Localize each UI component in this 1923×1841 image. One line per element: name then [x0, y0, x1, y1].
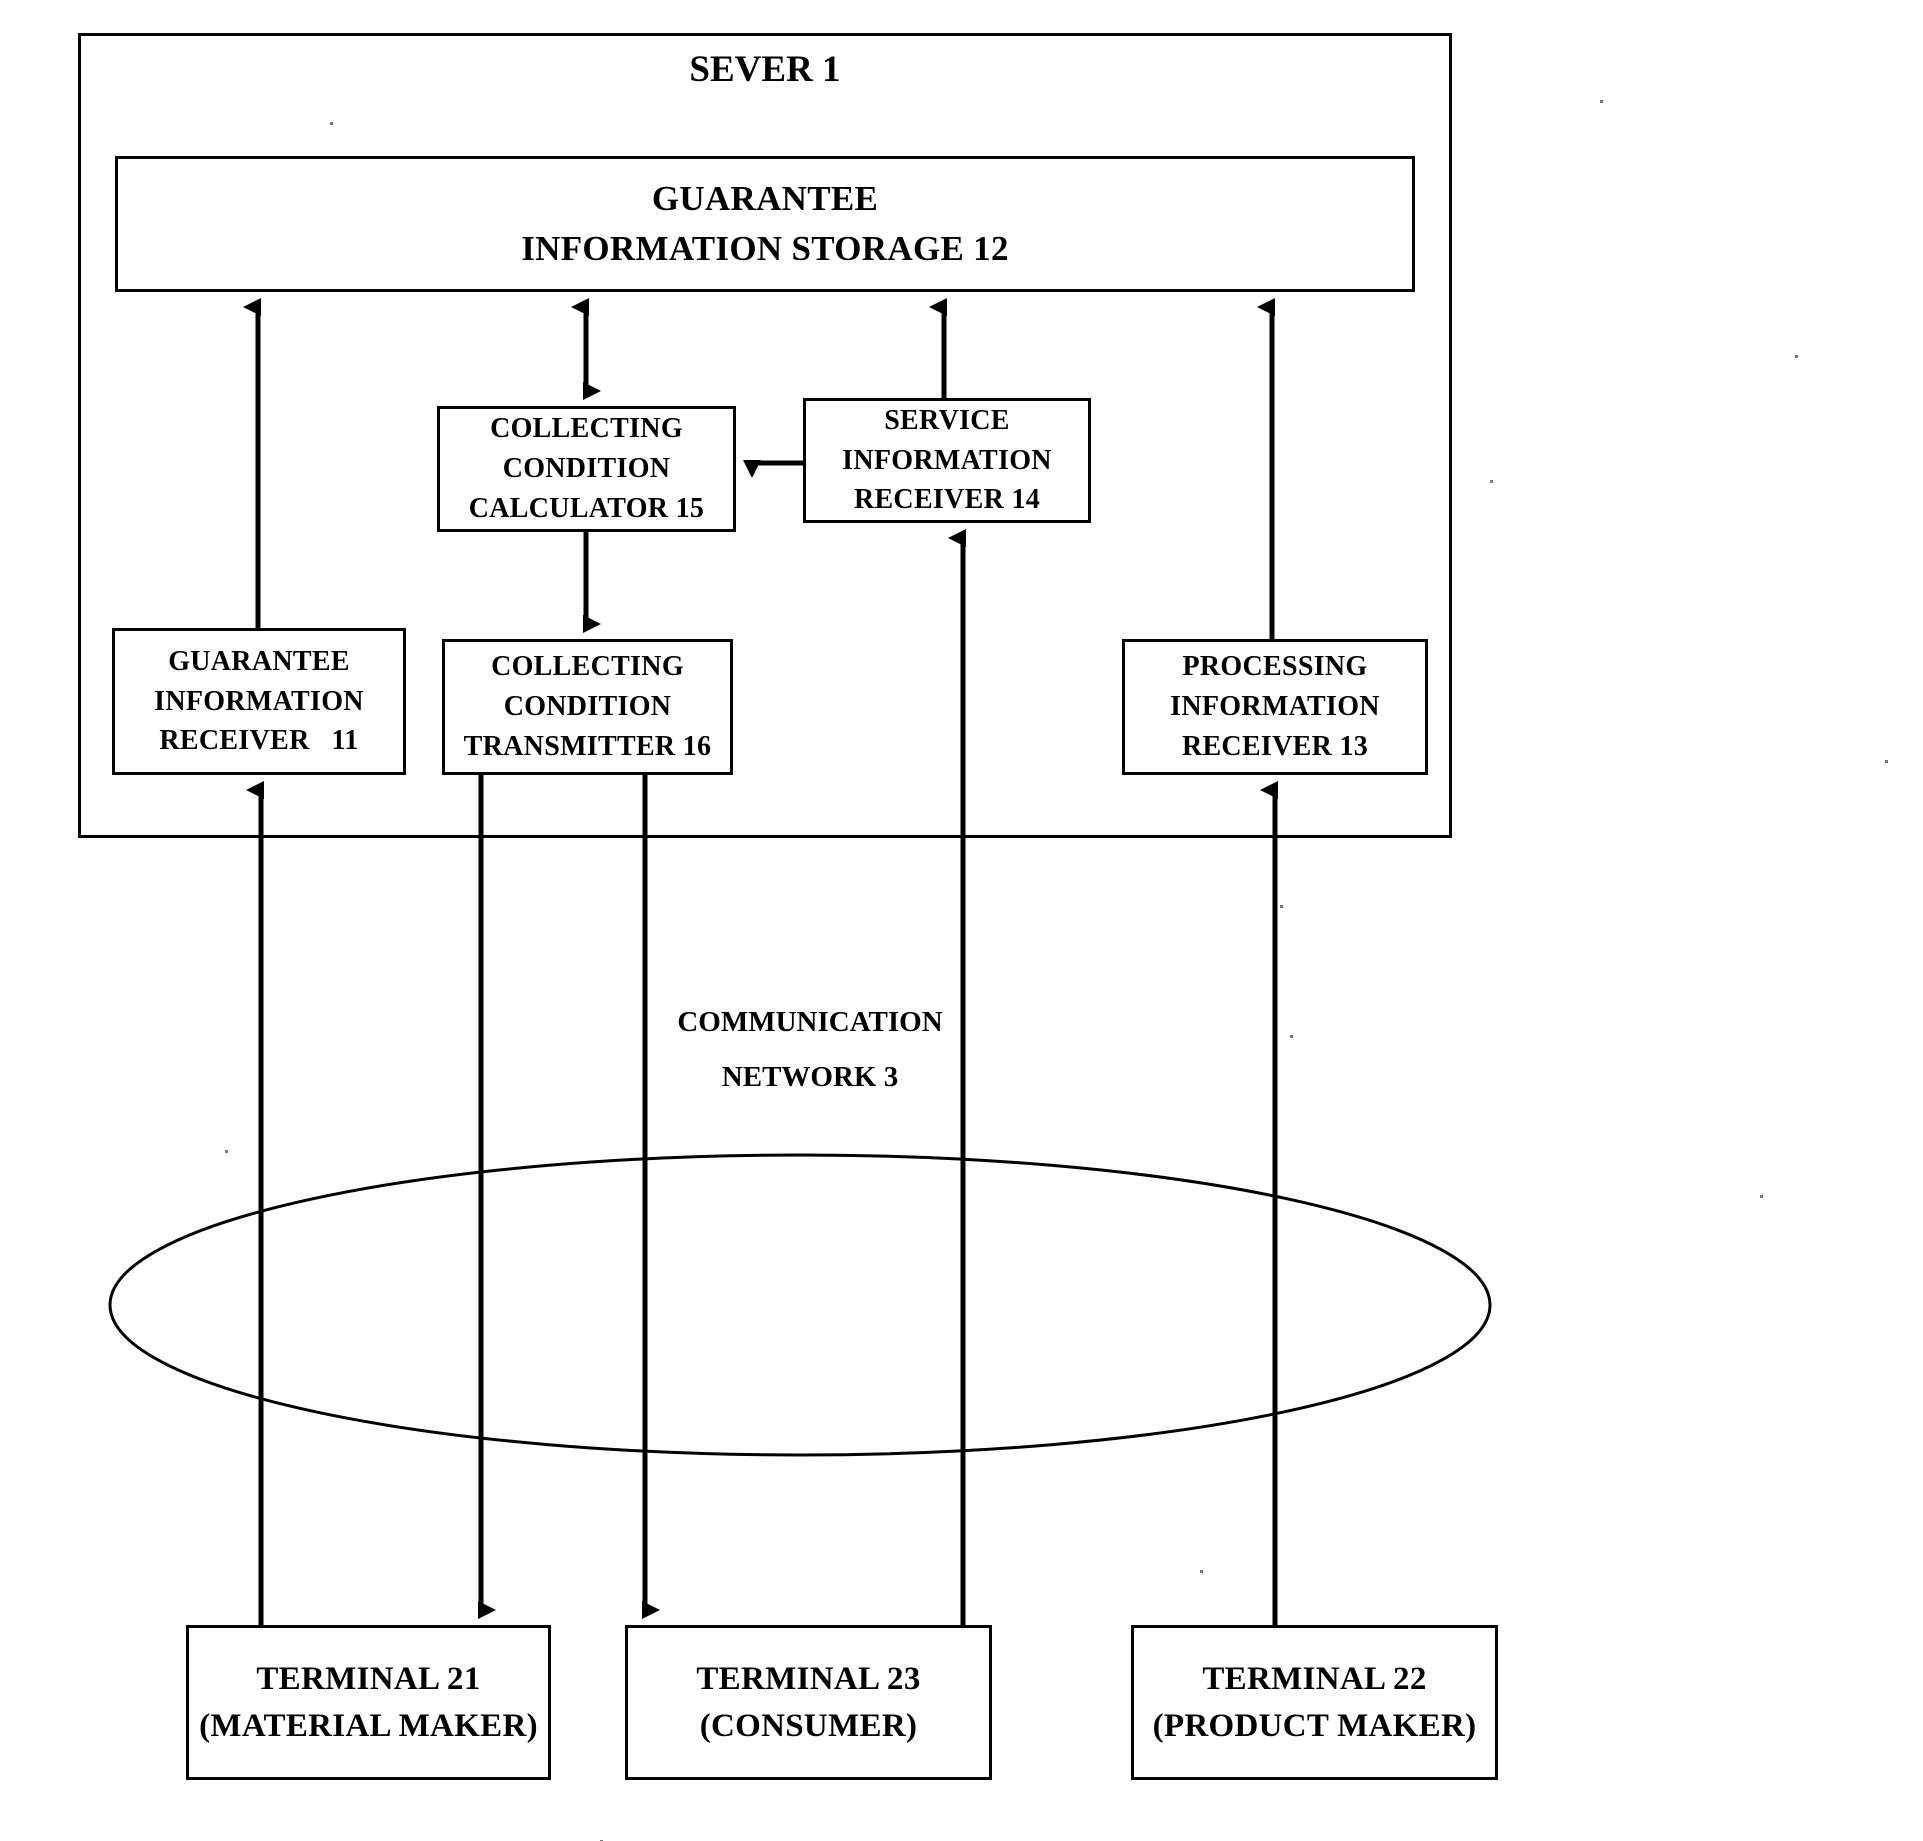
- block-collecting-condition-transmitter[interactable]: COLLECTING CONDITION TRANSMITTER 16: [442, 639, 733, 775]
- block-guarantee-information-receiver[interactable]: GUARANTEE INFORMATION RECEIVER 11: [112, 628, 406, 775]
- block-line: COLLECTING: [490, 413, 683, 445]
- block-line: SERVICE: [884, 404, 1010, 436]
- block-line: CONDITION: [502, 453, 671, 485]
- network-line: COMMUNICATION: [677, 1006, 943, 1038]
- block-collecting-condition-calculator[interactable]: COLLECTING CONDITION CALCULATOR 15: [437, 406, 736, 532]
- block-line: INFORMATION: [842, 444, 1052, 476]
- block-line: GUARANTEE: [168, 645, 350, 677]
- block-line: RECEIVER 13: [1181, 730, 1369, 762]
- block-line: COLLECTING: [491, 651, 684, 683]
- block-line: INFORMATION: [1170, 691, 1380, 723]
- server-title: SEVER 1: [689, 49, 841, 90]
- block-line: RECEIVER 14: [853, 484, 1041, 516]
- block-line: GUARANTEE: [651, 179, 879, 219]
- terminal-subtitle: (PRODUCT MAKER): [1152, 1707, 1477, 1744]
- block-service-information-receiver[interactable]: SERVICE INFORMATION RECEIVER 14: [803, 398, 1091, 523]
- terminal-title: TERMINAL 21: [256, 1660, 481, 1697]
- terminal-title: TERMINAL 22: [1202, 1660, 1427, 1697]
- communication-network-ellipse: [108, 1153, 1492, 1457]
- block-terminal-23[interactable]: TERMINAL 23 (CONSUMER): [625, 1625, 992, 1780]
- figure-canvas: SEVER 1 GUARANTEE INFORMATION STORAGE 12…: [0, 0, 1923, 1841]
- block-terminal-21[interactable]: TERMINAL 21 (MATERIAL MAKER): [186, 1625, 551, 1780]
- block-line: PROCESSING: [1182, 651, 1368, 683]
- block-line: CONDITION: [503, 691, 672, 723]
- block-processing-information-receiver[interactable]: PROCESSING INFORMATION RECEIVER 13: [1122, 639, 1428, 775]
- communication-network-label: COMMUNICATION NETWORK 3: [600, 995, 1020, 1105]
- block-line: INFORMATION STORAGE 12: [521, 229, 1009, 268]
- terminal-subtitle: (MATERIAL MAKER): [199, 1707, 538, 1744]
- block-guarantee-information-storage[interactable]: GUARANTEE INFORMATION STORAGE 12: [115, 156, 1415, 292]
- terminal-title: TERMINAL 23: [696, 1660, 921, 1697]
- block-line: RECEIVER 11: [159, 725, 359, 757]
- block-line: TRANSMITTER 16: [463, 730, 712, 762]
- network-line: NETWORK 3: [721, 1061, 899, 1094]
- terminal-subtitle: (CONSUMER): [699, 1707, 918, 1744]
- block-terminal-22[interactable]: TERMINAL 22 (PRODUCT MAKER): [1131, 1625, 1498, 1780]
- block-line: INFORMATION: [154, 685, 364, 717]
- block-line: CALCULATOR 15: [468, 492, 705, 524]
